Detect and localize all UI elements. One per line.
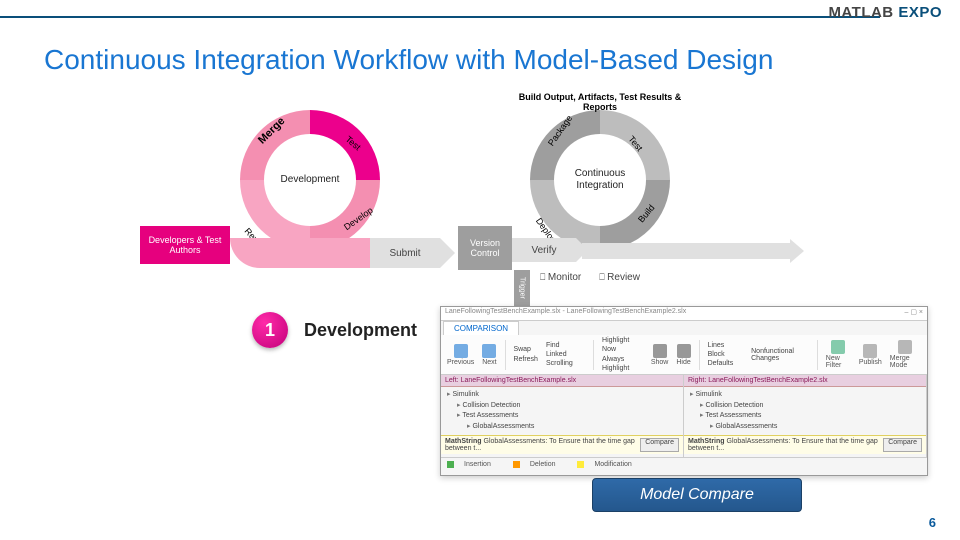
filter-icon [831,340,845,354]
right-pane: Right: LaneFollowingTestBenchExample2.sl… [684,375,927,457]
page-number: 6 [929,515,936,530]
legend-deletion: Deletion [513,461,566,468]
hide-button[interactable]: Hide [676,344,690,366]
highlight-now-button[interactable]: Highlight Now [602,336,643,354]
legend-modification: Modification [577,461,641,468]
separator [505,340,506,370]
window-controls: – ▢ × [905,308,923,319]
eye-off-icon [677,344,691,358]
left-tree: Simulink Collision Detection Test Assess… [441,387,683,435]
developers-box: Developers & Test Authors [140,226,230,264]
legend-insertion: Insertion [447,461,501,468]
show-button[interactable]: Show [651,344,669,366]
right-compare-row: MathString GlobalAssessments: To Ensure … [684,435,926,454]
lines-filter[interactable]: Lines [708,341,744,350]
tree-item[interactable]: Collision Detection [457,401,677,412]
right-tree: Simulink Collision Detection Test Assess… [684,387,926,435]
tree-item[interactable]: Collision Detection [700,401,920,412]
tree-root[interactable]: Simulink [447,390,677,401]
development-cycle-label: Development [268,174,352,185]
always-highlight-toggle[interactable]: Always Highlight [602,355,643,373]
tree-item[interactable]: Test Assessments [700,411,920,422]
new-filter-button[interactable]: New Filter [826,340,851,369]
tree-item[interactable]: GlobalAssessments [467,422,677,433]
publish-icon [863,344,877,358]
output-arrow [582,243,792,259]
row-label: MathString [445,438,482,445]
ci-cycle-label: Continuous Integration [555,168,645,192]
left-pane-header: Left: LaneFollowingTestBenchExample.slx [441,375,683,387]
tree-item[interactable]: GlobalAssessments [710,422,920,433]
left-pane: Left: LaneFollowingTestBenchExample.slx … [441,375,684,457]
find-linked-group: Find Linked Scrolling [546,341,585,368]
merge-icon [898,340,912,354]
workflow-diagram: Development Merge Test Develop Review Co… [210,98,790,308]
brand-expo: EXPO [898,4,942,21]
arrow-left-icon [454,344,468,358]
linked-scrolling-toggle[interactable]: Linked Scrolling [546,350,585,368]
separator [593,340,594,370]
page-title: Continuous Integration Workflow with Mod… [44,44,773,76]
toolbar: Previous Next Swap Refresh Find Linked S… [441,335,927,375]
brand-matlab: MATLAB [828,4,898,21]
version-control-box: Version Control [458,226,512,270]
caption-pill: Model Compare [592,478,802,512]
tree-item[interactable]: Test Assessments [457,411,677,422]
right-pane-header: Right: LaneFollowingTestBenchExample2.sl… [684,375,926,387]
step-number-badge: 1 [252,312,288,348]
arc-label: Build Output, Artifacts, Test Results & … [510,92,690,112]
highlight-group: Highlight Now Always Highlight [602,336,643,372]
pink-connector [230,238,370,268]
brand-logo: MATLAB EXPO [828,4,942,21]
row-label: MathString [688,438,725,445]
find-button[interactable]: Find [546,341,585,350]
verify-arrow: Verify [512,238,576,262]
next-button[interactable]: Next [482,344,496,366]
monitor-review-row: Monitor Review [540,272,640,283]
window-titlebar: LaneFollowingTestBenchExample.slx - Lane… [441,307,927,321]
legend: Insertion Deletion Modification [441,457,927,471]
window-title: LaneFollowingTestBenchExample.slx - Lane… [445,308,686,319]
nonfunctional-filter[interactable]: Nonfunctional Changes [751,348,809,362]
compare-button[interactable]: Compare [883,438,922,452]
submit-label: Submit [389,248,420,259]
filter-lines-group: Lines Block Defaults [708,341,744,368]
refresh-button[interactable]: Refresh [513,355,538,364]
swap-refresh-group: Swap Refresh [513,345,538,363]
tree-root[interactable]: Simulink [690,390,920,401]
compare-button[interactable]: Compare [640,438,679,452]
left-compare-row: MathString GlobalAssessments: To Ensure … [441,435,683,454]
separator [699,340,700,370]
compare-panes: Left: LaneFollowingTestBenchExample.slx … [441,375,927,457]
model-compare-screenshot: LaneFollowingTestBenchExample.slx - Lane… [440,306,928,476]
separator [817,340,818,370]
review-label: Review [599,272,640,283]
step-row: 1 Development [252,312,417,348]
step-title: Development [304,320,417,341]
tab-comparison[interactable]: COMPARISON [443,321,519,335]
block-defaults-filter[interactable]: Block Defaults [708,350,744,368]
arrow-right-icon [482,344,496,358]
eye-icon [653,344,667,358]
trigger-arrow: Trigger [514,270,530,306]
merge-mode-button[interactable]: Merge Mode [890,340,921,369]
previous-button[interactable]: Previous [447,344,474,366]
header-rule [0,16,880,18]
verify-label: Verify [531,245,556,256]
swap-button[interactable]: Swap [513,345,538,354]
publish-button[interactable]: Publish [859,344,882,366]
monitor-label: Monitor [540,272,581,283]
submit-arrow: Submit [370,238,440,268]
